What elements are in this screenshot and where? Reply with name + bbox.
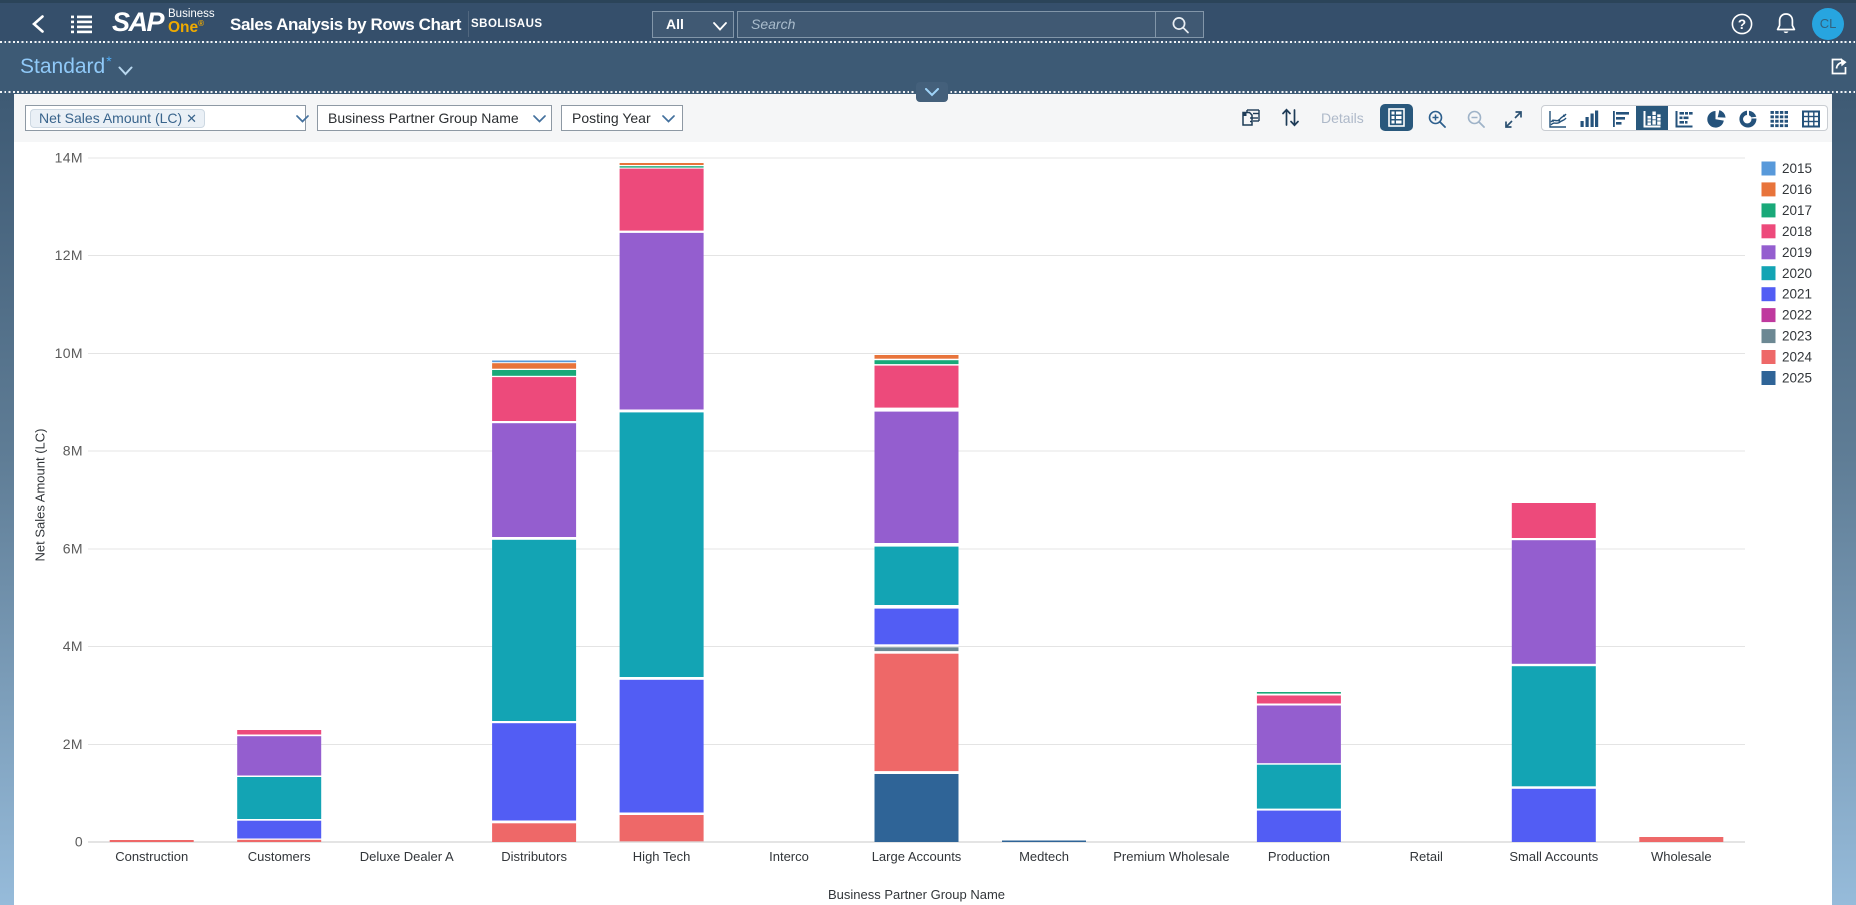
svg-text:Medtech: Medtech [1019,849,1069,864]
svg-text:2020: 2020 [1782,266,1812,281]
svg-text:2019: 2019 [1782,245,1812,260]
svg-text:Interco: Interco [769,849,809,864]
svg-text:Large Accounts: Large Accounts [872,849,962,864]
svg-text:2017: 2017 [1782,203,1812,218]
svg-text:2018: 2018 [1782,224,1812,239]
svg-text:0: 0 [75,834,83,850]
svg-text:Customers: Customers [248,849,311,864]
svg-text:Retail: Retail [1410,849,1443,864]
svg-text:2021: 2021 [1782,287,1812,302]
svg-text:Small Accounts: Small Accounts [1509,849,1598,864]
svg-text:?: ? [1738,17,1746,32]
svg-text:2022: 2022 [1782,308,1812,323]
svg-text:Wholesale: Wholesale [1651,849,1712,864]
svg-text:Distributors: Distributors [501,849,567,864]
svg-text:14M: 14M [55,150,83,166]
svg-text:6M: 6M [63,540,83,556]
svg-text:2015: 2015 [1782,161,1812,176]
svg-text:10M: 10M [55,345,83,361]
svg-text:12M: 12M [55,247,83,263]
svg-text:High Tech: High Tech [633,849,691,864]
svg-text:4M: 4M [63,638,83,654]
svg-text:Construction: Construction [115,849,188,864]
svg-text:Net Sales Amount (LC): Net Sales Amount (LC) [33,429,48,562]
svg-text:Premium Wholesale: Premium Wholesale [1113,849,1229,864]
svg-text:Business Partner Group Name: Business Partner Group Name [828,887,1005,902]
svg-text:2023: 2023 [1782,329,1812,344]
svg-text:2024: 2024 [1782,350,1813,365]
svg-text:8M: 8M [63,443,83,459]
svg-text:Deluxe Dealer A: Deluxe Dealer A [360,849,454,864]
svg-text:Production: Production [1268,849,1330,864]
svg-text:2025: 2025 [1782,371,1812,386]
svg-text:2M: 2M [63,736,83,752]
svg-text:2016: 2016 [1782,182,1812,197]
